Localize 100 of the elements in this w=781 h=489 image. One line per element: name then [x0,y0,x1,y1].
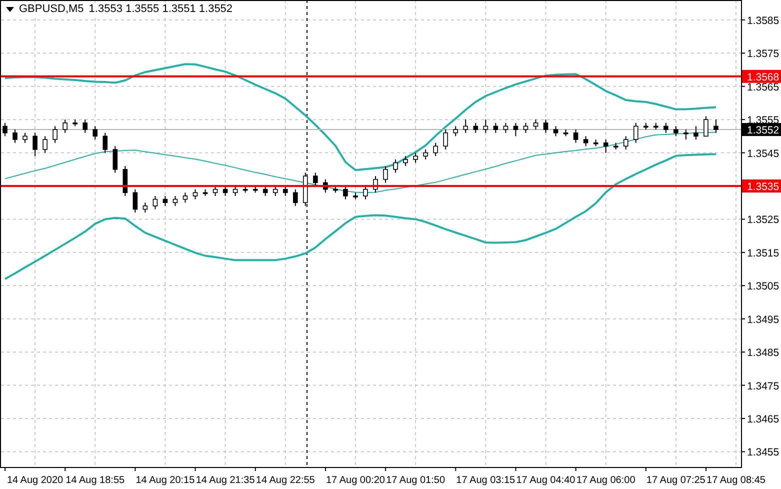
candlestick [42,136,48,154]
candlestick [112,146,118,174]
price-axis-label: 1.3545 [747,148,780,160]
candlestick [92,126,98,140]
time-axis-label: 17 Aug 01:50 [386,475,446,486]
candlestick [62,119,68,134]
price-axis-label: 1.3525 [747,214,780,226]
candlestick [684,129,688,140]
candlestick [393,158,398,174]
candlestick [664,122,668,134]
time-axis-label: 17 Aug 08:45 [706,475,766,486]
candlestick [633,122,638,144]
symbol-label: GBPUSD,M5 [19,3,84,15]
candlestick [503,122,508,134]
candlestick [533,119,538,130]
candlestick [82,119,88,134]
candlestick [282,186,288,196]
candlestick [443,129,448,150]
candlestick [553,126,558,137]
candlestick [543,119,548,134]
candlestick [122,166,128,196]
candlestick [242,186,248,194]
candlestick [323,178,328,194]
candlestick [623,136,628,150]
candlestick [453,126,458,137]
ohlc-values: 1.3553 1.3555 1.3551 1.3552 [88,3,233,15]
candlestick [262,186,268,196]
candlestick [583,136,588,147]
caret-icon [6,6,14,12]
candlestick [573,129,578,144]
candlestick [72,119,78,127]
candlestick [222,186,228,196]
candlestick [613,142,618,150]
candlestick [343,186,348,200]
time-axis-label: 17 Aug 07:25 [646,475,706,486]
candlestick [192,188,198,200]
level-price-tag: 1.3568 [742,70,781,84]
price-axis-label: 1.3455 [747,446,780,459]
candlestick [333,186,338,194]
ref-line-label: 1.3568 [747,71,780,84]
time-axis-label: 14 Aug 2020 [6,475,64,486]
candlestick [252,186,258,194]
candlestick [643,122,648,130]
time-axis-label: 17 Aug 04:40 [516,475,576,486]
candlestick [714,119,718,134]
candlestick [473,122,478,134]
candlestick [353,192,358,200]
candlestick [694,126,698,140]
candlestick [52,126,58,144]
candlestick [593,139,598,147]
candlestick [303,172,308,206]
candlestick [2,122,8,137]
price-axis-label: 1.3575 [747,48,780,60]
price-axis-label: 1.3465 [747,414,780,426]
candlestick [12,129,18,144]
candlestick [523,122,528,134]
candlestick [293,188,298,206]
candlestick [232,186,238,196]
candlestick [563,129,568,137]
candlestick [704,116,708,137]
candlestick [22,132,28,144]
candlestick [152,195,158,210]
candlestick [172,195,178,206]
candlestick [383,166,388,184]
candlestick [162,195,168,206]
candlestick [202,188,208,196]
time-axis-label: 17 Aug 06:00 [576,475,636,486]
candlestick [493,122,498,134]
candlestick [483,119,488,134]
price-axis-label: 1.3495 [747,314,780,326]
time-axis-label: 14 Aug 18:55 [66,475,125,486]
ref-line-label: 1.3552 [747,124,780,137]
candlestick [142,202,148,214]
current-price-tag: 1.3552 [742,123,781,137]
time-axis-label: 17 Aug 03:15 [456,475,516,486]
price-axis-label: 1.3565 [747,81,780,94]
candlestick [373,176,378,194]
price-axis-label: 1.3475 [747,380,780,392]
candlestick [313,172,318,186]
candlestick [182,192,188,204]
candlestick [603,139,608,154]
ref-line-label: 1.3535 [747,181,780,194]
price-axis-label: 1.3505 [747,280,780,293]
candlestick [272,186,278,196]
candlestick [423,148,428,160]
candlestick [513,122,518,137]
time-axis-label: 14 Aug 21:35 [196,475,255,486]
price-axis-label: 1.3585 [747,14,780,27]
candlestick [463,119,468,134]
candlestick [413,152,418,164]
time-axis-label: 17 Aug 00:20 [326,475,385,486]
candlestick [653,122,658,130]
candlestick [212,186,218,196]
price-axis-label: 1.3515 [747,247,780,260]
price-axis-label: 1.3485 [747,347,780,360]
candlestick [433,142,438,157]
candlestick [102,132,108,154]
candlestick [674,126,678,137]
level-price-tag: 1.3535 [742,180,781,193]
candlestick [132,188,138,214]
